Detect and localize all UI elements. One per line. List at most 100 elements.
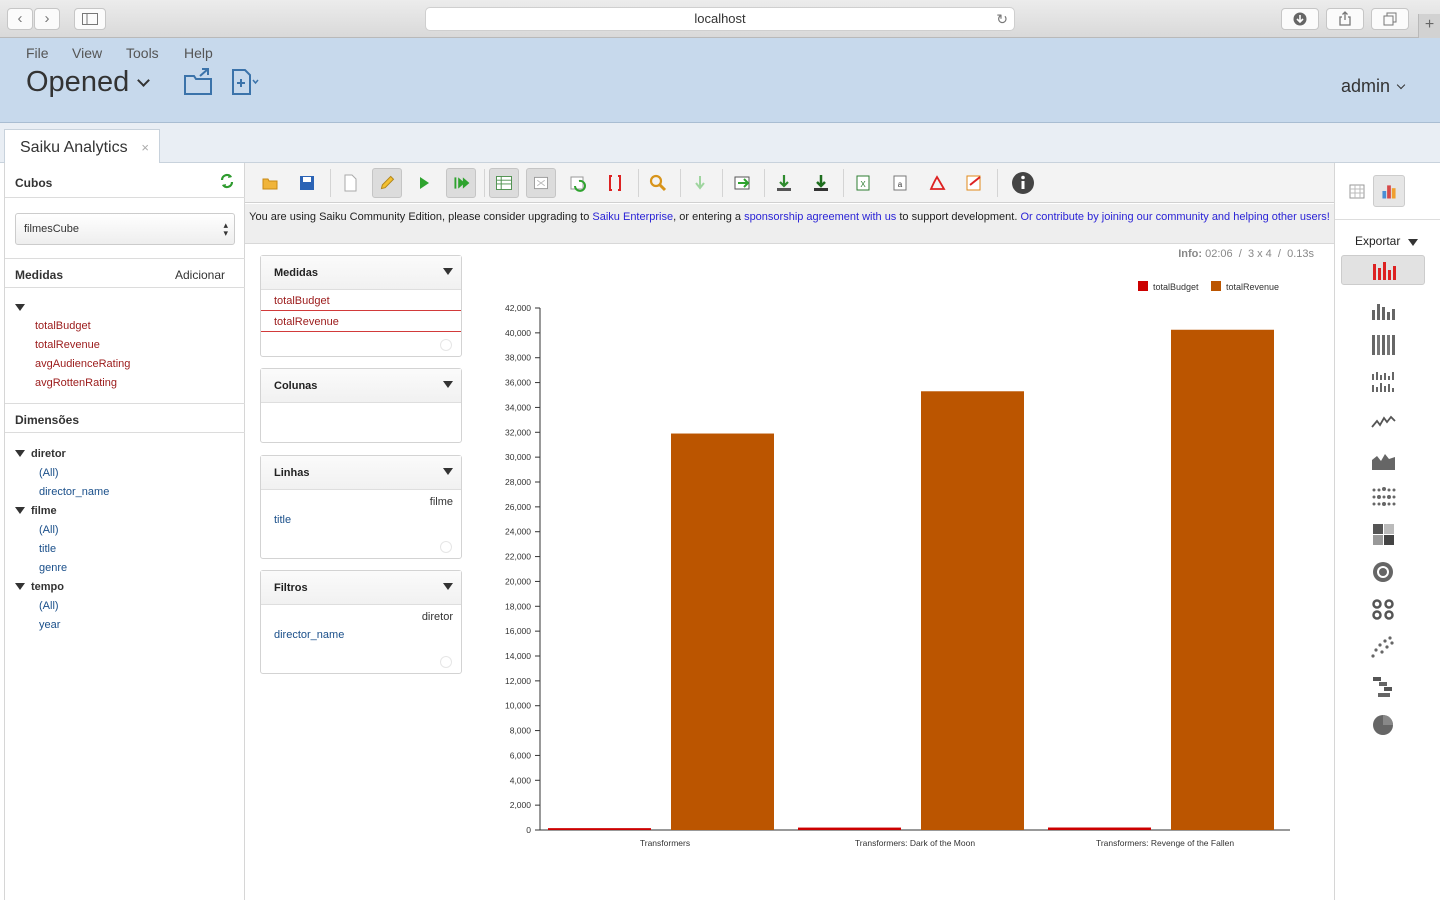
remove-circle-icon[interactable] xyxy=(440,541,452,553)
zoom-icon[interactable] xyxy=(643,168,673,198)
pie-chart-button[interactable] xyxy=(1341,711,1425,741)
y-tick-label: 38,000 xyxy=(505,353,531,363)
toggle-fields-icon[interactable] xyxy=(489,168,519,198)
dot-chart-button[interactable] xyxy=(1341,483,1425,513)
heatmap-chart-button[interactable] xyxy=(1341,520,1425,550)
measure-item[interactable]: avgRottenRating xyxy=(35,377,117,389)
sponsorship-link[interactable]: sponsorship agreement with us xyxy=(744,211,896,223)
measures-zone[interactable]: Medidas totalBudget totalRevenue xyxy=(260,255,462,357)
drillthrough-icon[interactable] xyxy=(685,168,715,198)
export-dropdown[interactable]: Exportar xyxy=(1355,234,1419,248)
open-query-icon[interactable] xyxy=(255,168,285,198)
run-query-icon[interactable] xyxy=(409,168,439,198)
info-icon[interactable] xyxy=(1008,168,1038,198)
measure-item[interactable]: totalRevenue xyxy=(35,339,100,351)
line-chart-button[interactable] xyxy=(1341,407,1425,437)
download-icon xyxy=(1293,12,1307,26)
sunburst-chart-button[interactable] xyxy=(1341,558,1425,588)
stacked-bar-chart-button[interactable] xyxy=(1341,255,1425,285)
remove-circle-icon[interactable] xyxy=(440,656,452,668)
export-pdf-icon[interactable] xyxy=(922,168,952,198)
y-tick-label: 26,000 xyxy=(505,502,531,512)
dropdown-triangle-icon[interactable] xyxy=(443,583,453,590)
filters-zone[interactable]: Filtros diretor director_name xyxy=(260,570,462,674)
share-button[interactable] xyxy=(1326,8,1364,30)
community-link[interactable]: Or contribute by joining our community a… xyxy=(1020,211,1329,223)
address-bar[interactable]: localhost ↻ xyxy=(425,7,1015,31)
menu-file[interactable]: File xyxy=(26,45,49,61)
drill-down-icon[interactable] xyxy=(806,168,836,198)
dimension-tempo[interactable]: tempo xyxy=(31,581,64,593)
selected-measure[interactable]: totalBudget xyxy=(261,290,461,311)
dimension-diretor[interactable]: diretor xyxy=(31,448,66,460)
forward-button[interactable]: › xyxy=(34,8,60,30)
measure-item[interactable]: avgAudienceRating xyxy=(35,358,130,370)
dimension-level[interactable]: director_name xyxy=(39,486,109,498)
menu-view[interactable]: View xyxy=(72,45,102,61)
columns-zone[interactable]: Colunas xyxy=(260,368,462,443)
export-image-icon[interactable] xyxy=(959,168,989,198)
opened-dropdown[interactable]: Opened xyxy=(26,66,151,99)
add-measure-button[interactable]: Adicionar xyxy=(175,268,225,282)
selected-measure[interactable]: totalRevenue xyxy=(261,311,461,332)
export-drillthrough-icon[interactable] xyxy=(769,168,799,198)
expand-triangle-icon[interactable] xyxy=(15,450,25,457)
new-tab-button[interactable]: + xyxy=(1418,14,1440,38)
scatter-chart-button[interactable] xyxy=(1341,633,1425,663)
tab-saiku-analytics[interactable]: Saiku Analytics × xyxy=(4,129,160,163)
dropdown-triangle-icon[interactable] xyxy=(443,381,453,388)
measure-item[interactable]: totalBudget xyxy=(35,320,91,332)
y-tick-label: 34,000 xyxy=(505,402,531,412)
bar-totalRevenue xyxy=(671,433,774,830)
dropdown-triangle-icon[interactable] xyxy=(443,468,453,475)
edit-pencil-icon[interactable] xyxy=(372,168,402,198)
expand-triangle-icon[interactable] xyxy=(15,583,25,590)
back-button[interactable]: ‹ xyxy=(7,8,33,30)
y-tick-label: 28,000 xyxy=(505,477,531,487)
user-menu[interactable]: admin xyxy=(1341,76,1406,97)
dimension-level[interactable]: (All) xyxy=(39,600,59,612)
table-view-icon[interactable] xyxy=(1341,175,1373,207)
expand-triangle-icon[interactable] xyxy=(15,507,25,514)
new-query-icon[interactable] xyxy=(231,68,261,96)
dropdown-triangle-icon[interactable] xyxy=(443,268,453,275)
auto-run-icon[interactable] xyxy=(446,168,476,198)
bar-chart-button[interactable] xyxy=(1341,296,1425,326)
export-csv-icon[interactable]: a xyxy=(885,168,915,198)
export-xls-icon[interactable]: X xyxy=(848,168,878,198)
saiku-enterprise-link[interactable]: Saiku Enterprise xyxy=(592,211,673,223)
save-icon[interactable] xyxy=(292,168,322,198)
remove-circle-icon[interactable] xyxy=(440,339,452,351)
dimension-level[interactable]: genre xyxy=(39,562,67,574)
open-folder-icon[interactable] xyxy=(183,68,215,96)
refresh-icon[interactable] xyxy=(219,173,235,189)
new-document-icon[interactable] xyxy=(335,168,365,198)
downloads-button[interactable] xyxy=(1281,8,1319,30)
chart-view-icon[interactable] xyxy=(1373,175,1405,207)
swap-axes-icon[interactable] xyxy=(563,168,593,198)
sidebar-toggle-button[interactable] xyxy=(74,8,106,30)
multi-bar-chart-button[interactable] xyxy=(1341,368,1425,398)
cube-select[interactable]: filmesCube ▴ ▾ xyxy=(15,213,235,245)
menu-tools[interactable]: Tools xyxy=(126,45,159,61)
waterfall-chart-button[interactable] xyxy=(1341,673,1425,703)
rows-zone[interactable]: Linhas filme title xyxy=(260,455,462,559)
rows-level[interactable]: title xyxy=(261,508,461,526)
expand-triangle-icon[interactable] xyxy=(15,304,25,311)
hide-parents-icon[interactable] xyxy=(526,168,556,198)
close-icon[interactable]: × xyxy=(141,140,149,155)
stacked-100-chart-button[interactable] xyxy=(1341,331,1425,361)
non-empty-icon[interactable] xyxy=(600,168,630,198)
dimension-level[interactable]: title xyxy=(39,543,56,555)
reload-icon[interactable]: ↻ xyxy=(996,8,1008,30)
dimension-filme[interactable]: filme xyxy=(31,505,57,517)
tabs-button[interactable] xyxy=(1371,8,1409,30)
dimension-level[interactable]: (All) xyxy=(39,524,59,536)
drill-across-icon[interactable] xyxy=(727,168,757,198)
menu-help[interactable]: Help xyxy=(184,45,213,61)
multiple-sunburst-chart-button[interactable] xyxy=(1341,596,1425,626)
area-chart-button[interactable] xyxy=(1341,446,1425,476)
filters-level[interactable]: director_name xyxy=(261,623,461,641)
dimension-level[interactable]: year xyxy=(39,619,60,631)
dimension-level[interactable]: (All) xyxy=(39,467,59,479)
